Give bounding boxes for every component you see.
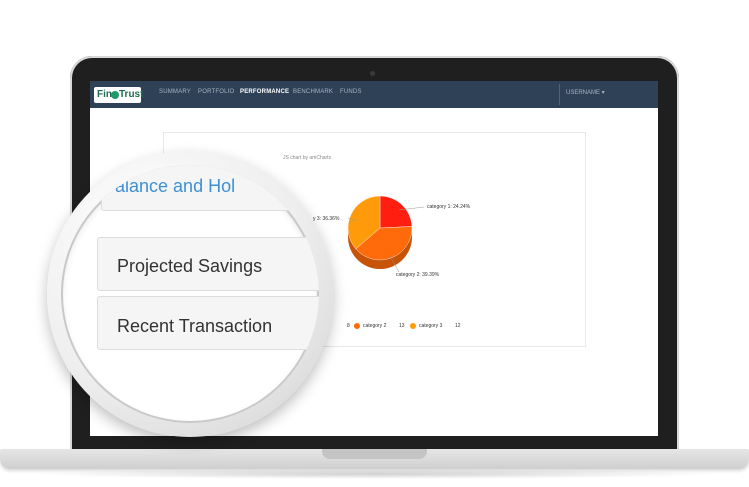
laptop-shadow bbox=[30, 469, 720, 479]
pie-label-category-1: category 1: 24.24% bbox=[427, 204, 471, 210]
camera-dot bbox=[370, 71, 375, 76]
legend-value-3: 12 bbox=[455, 323, 461, 329]
legend-marker-category-2[interactable] bbox=[354, 323, 360, 329]
magnifier-lens: alance and Hol Projected Savings Recent … bbox=[61, 165, 319, 423]
pie-label-category-2: category 2: 39.39% bbox=[396, 272, 440, 278]
magnified-balance-title[interactable]: alance and Hol bbox=[115, 176, 235, 197]
laptop-notch bbox=[322, 449, 427, 459]
legend-label-category-2[interactable]: category 2 bbox=[363, 323, 386, 329]
recent-transaction-label: Recent Transaction bbox=[117, 316, 273, 336]
legend-value-1: 8 bbox=[347, 323, 350, 329]
projected-savings-label: Projected Savings bbox=[117, 256, 263, 276]
pie-slice-1[interactable] bbox=[379, 195, 413, 229]
pie-label-category-3: y 3: 36.36% bbox=[313, 216, 340, 222]
legend-value-2: 13 bbox=[399, 323, 405, 329]
legend-label-category-3[interactable]: category 3 bbox=[419, 323, 442, 329]
legend-marker-category-3[interactable] bbox=[410, 323, 416, 329]
